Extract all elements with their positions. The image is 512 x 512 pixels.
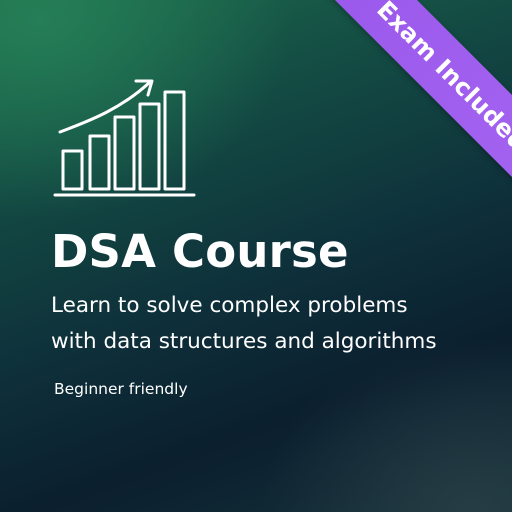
course-card[interactable]: DSA Course Learn to solve complex proble…	[0, 0, 512, 512]
exam-ribbon: Exam Included	[318, 0, 512, 210]
level-note: Beginner friendly	[54, 380, 188, 398]
course-description: Learn to solve complex problems with dat…	[51, 288, 491, 360]
course-description-line-1: Learn to solve complex problems	[51, 293, 408, 318]
course-title: DSA Course	[51, 225, 349, 278]
bar-chart-growth-icon	[53, 79, 196, 197]
course-description-line-2: with data structures and algorithms	[51, 329, 437, 354]
exam-ribbon-label: Exam Included	[371, 0, 512, 157]
